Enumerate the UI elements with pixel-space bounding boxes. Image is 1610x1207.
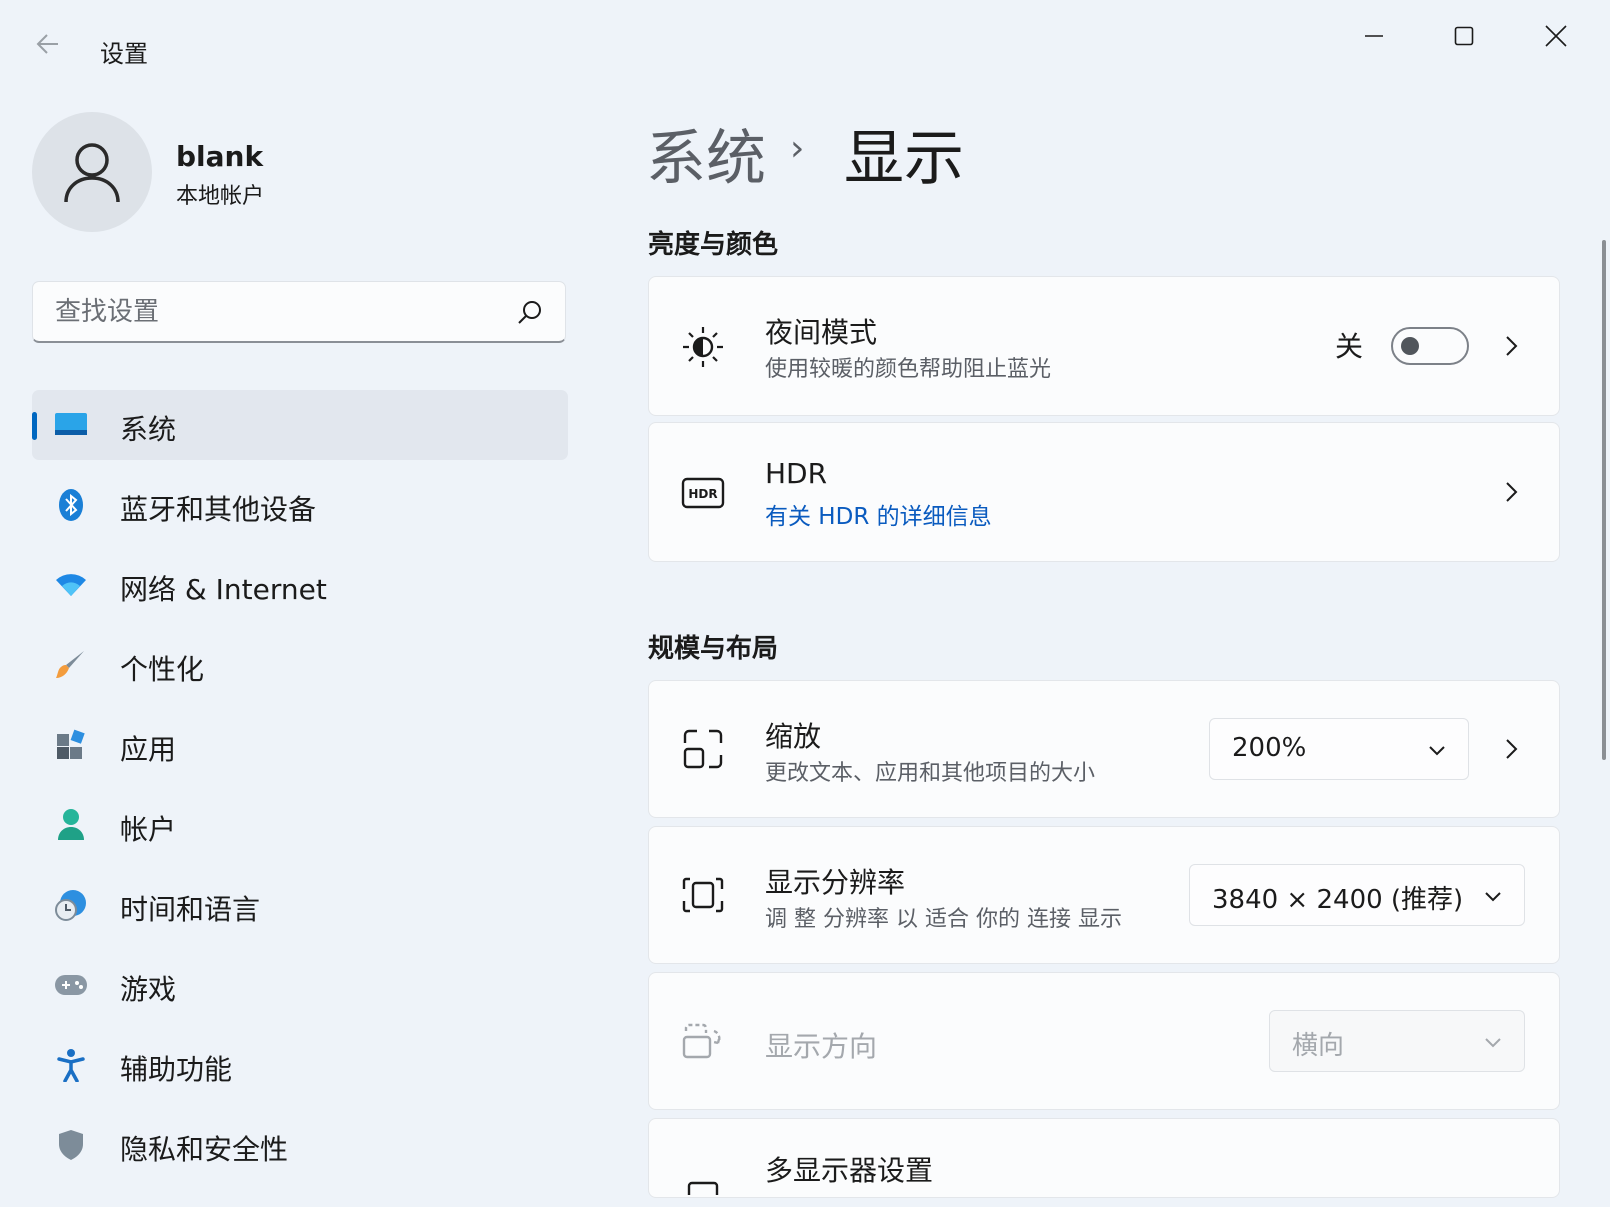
chevron-right-icon[interactable]: [1499, 480, 1523, 504]
breadcrumb-parent[interactable]: 系统: [646, 110, 766, 197]
accessibility-icon: [52, 1046, 90, 1084]
apps-icon: [52, 726, 90, 764]
night-light-toggle[interactable]: [1391, 327, 1469, 365]
card-title: 缩放: [765, 720, 822, 753]
account-type: 本地帐户: [176, 184, 265, 209]
section-title-layout: 规模与布局: [648, 634, 779, 664]
hdr-card[interactable]: HDR HDR 有关 HDR 的详细信息: [648, 422, 1560, 562]
scrollbar[interactable]: [1602, 240, 1606, 760]
chevron-down-icon: [1485, 892, 1501, 902]
window-title: 设置: [100, 40, 148, 68]
close-button[interactable]: [1526, 16, 1586, 56]
hdr-icon: HDR: [681, 471, 725, 515]
resolution-dropdown[interactable]: 3840 × 2400 (推荐): [1189, 864, 1525, 926]
dropdown-value: 横向: [1292, 1031, 1345, 1061]
bluetooth-icon: [52, 486, 90, 524]
wifi-icon: [52, 566, 90, 604]
chevron-right-icon[interactable]: [1499, 334, 1523, 358]
sidebar-item-label: 系统: [120, 413, 177, 446]
orientation-dropdown: 横向: [1269, 1010, 1525, 1072]
breadcrumb-separator: ›: [790, 128, 805, 169]
sidebar-item-network[interactable]: 网络 & Internet: [32, 550, 568, 620]
multi-display-icon: [681, 1163, 725, 1207]
user-name: blank: [176, 140, 264, 173]
maximize-button[interactable]: [1434, 16, 1494, 56]
resolution-card[interactable]: 显示分辨率 调 整 分辨率 以 适合 你的 连接 显示 3840 × 2400 …: [648, 826, 1560, 964]
rotate-screen-icon: [681, 1019, 725, 1063]
minimize-button[interactable]: [1344, 16, 1404, 56]
svg-text:HDR: HDR: [688, 487, 717, 501]
resolution-icon: [681, 873, 725, 917]
globe-clock-icon: [52, 886, 90, 924]
sidebar-item-label: 个性化: [120, 653, 205, 686]
sidebar-item-privacy[interactable]: 隐私和安全性: [32, 1110, 568, 1180]
night-light-card[interactable]: 夜间模式 使用较暖的颜色帮助阻止蓝光 关: [648, 276, 1560, 416]
scale-dropdown[interactable]: 200%: [1209, 718, 1469, 780]
sidebar-item-bluetooth[interactable]: 蓝牙和其他设备: [32, 470, 568, 540]
brush-icon: [52, 646, 90, 684]
toggle-state-label: 关: [1334, 330, 1363, 363]
avatar[interactable]: [32, 112, 152, 232]
search-icon[interactable]: [517, 299, 543, 325]
search-input[interactable]: [53, 282, 497, 342]
scale-card[interactable]: 缩放 更改文本、应用和其他项目的大小 200%: [648, 680, 1560, 818]
dropdown-value: 200%: [1232, 733, 1307, 763]
person-outline-icon: [64, 143, 120, 203]
sidebar-item-label: 帐户: [120, 813, 177, 846]
arrow-left-icon: [36, 34, 58, 54]
sidebar-item-personalization[interactable]: 个性化: [32, 630, 568, 700]
hdr-info-link[interactable]: 有关 HDR 的详细信息: [765, 497, 992, 531]
maximize-icon: [1454, 26, 1474, 46]
chevron-right-icon[interactable]: [1499, 737, 1523, 761]
sidebar-item-label: 蓝牙和其他设备: [120, 493, 317, 526]
sidebar-item-label: 网络 & Internet: [120, 573, 327, 606]
card-title: 夜间模式: [765, 316, 878, 349]
card-title: HDR: [765, 457, 828, 490]
minimize-icon: [1365, 35, 1383, 37]
sidebar-item-apps[interactable]: 应用: [32, 710, 568, 780]
chevron-down-icon: [1429, 746, 1445, 756]
sidebar-item-label: 时间和语言: [120, 893, 261, 926]
card-subtitle: 更改文本、应用和其他项目的大小: [765, 761, 1096, 786]
orientation-card: 显示方向 横向: [648, 972, 1560, 1110]
card-title: 显示分辨率: [765, 866, 906, 899]
card-subtitle: 使用较暖的颜色帮助阻止蓝光: [765, 357, 1052, 382]
shield-icon: [52, 1126, 90, 1164]
monitor-icon: [52, 406, 90, 444]
sidebar-item-accessibility[interactable]: 辅助功能: [32, 1030, 568, 1100]
dropdown-value: 3840 × 2400 (推荐): [1212, 885, 1464, 915]
section-title-brightness: 亮度与颜色: [648, 230, 779, 260]
sidebar-item-accounts[interactable]: 帐户: [32, 790, 568, 860]
back-button[interactable]: [34, 30, 62, 58]
sidebar-item-time-language[interactable]: 时间和语言: [32, 870, 568, 940]
sidebar-item-label: 隐私和安全性: [120, 1133, 289, 1166]
sidebar-item-label: 游戏: [120, 973, 177, 1006]
scale-icon: [681, 727, 725, 771]
night-light-icon: [681, 325, 725, 369]
gamepad-icon: [52, 966, 90, 1004]
card-subtitle: 调 整 分辨率 以 适合 你的 连接 显示: [765, 907, 1122, 932]
active-indicator: [32, 412, 37, 440]
toggle-knob: [1401, 337, 1419, 355]
search-box[interactable]: [32, 281, 566, 343]
page-title: 显示: [844, 124, 964, 194]
chevron-down-icon: [1485, 1038, 1501, 1048]
close-icon: [1545, 25, 1567, 47]
sidebar-item-label: 辅助功能: [120, 1053, 233, 1086]
card-title: 显示方向: [765, 1030, 878, 1063]
sidebar-item-system[interactable]: 系统: [32, 390, 568, 460]
card-title: 多显示器设置: [765, 1154, 934, 1187]
sidebar-item-label: 应用: [120, 733, 177, 766]
sidebar-item-gaming[interactable]: 游戏: [32, 950, 568, 1020]
multi-display-card[interactable]: 多显示器设置: [648, 1118, 1560, 1198]
person-icon: [52, 806, 90, 844]
